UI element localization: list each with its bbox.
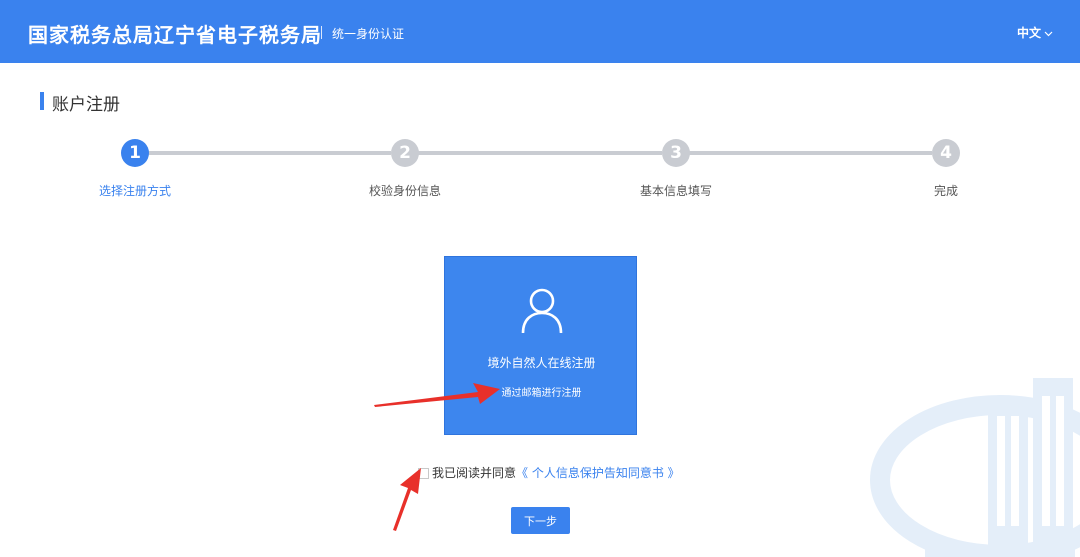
privacy-agreement-link[interactable]: 《 个人信息保护告知同意书 》 [516,466,680,480]
step-4-circle: 4 [932,139,960,167]
tax-bureau-logo-watermark [870,378,1080,557]
step-3-circle: 3 [662,139,690,167]
site-brand: 国家税务总局辽宁省电子税务局 [28,23,322,47]
step-4-label: 完成 [933,184,959,198]
option-subtitle: 通过邮箱进行注册 [501,388,582,399]
option-title: 境外自然人在线注册 [487,356,596,370]
arrow-to-agree-checkbox [393,468,421,531]
chevron-down-icon [1044,31,1053,36]
step-track-1 [148,151,391,155]
top-header: 国家税务总局辽宁省电子税务局 统一身份认证 中文 [0,0,1080,63]
header-subtitle: 统一身份认证 [332,27,405,41]
agreement-text: 我已阅读并同意 [432,466,517,480]
step-track-3 [689,151,932,155]
step-3-label: 基本信息填写 [639,184,713,198]
registration-option-card[interactable]: 境外自然人在线注册 通过邮箱进行注册 [444,256,637,435]
agreement-row: 我已阅读并同意《 个人信息保护告知同意书 》 [418,464,680,481]
next-step-button[interactable]: 下一步 [511,507,570,534]
title-accent-bar [40,92,44,110]
step-1-label: 选择注册方式 [98,184,172,198]
language-label: 中文 [1017,26,1042,40]
step-2-label: 校验身份信息 [368,184,442,198]
language-selector[interactable]: 中文 [1017,24,1053,41]
step-1-circle: 1 [121,139,149,167]
step-track-2 [418,151,662,155]
header-divider [321,26,322,39]
user-icon [521,288,563,334]
step-2-circle: 2 [391,139,419,167]
page-title: 账户注册 [52,95,120,115]
agree-checkbox[interactable] [418,468,429,479]
